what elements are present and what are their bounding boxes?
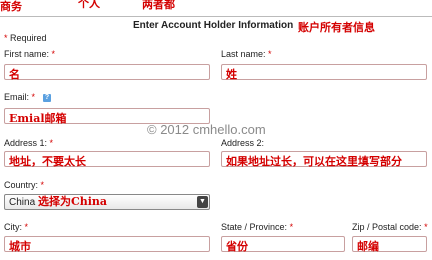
city-value: 城市 (9, 240, 31, 253)
watermark: © 2012 cmhello.com (147, 122, 266, 137)
city-field[interactable]: 城市 (4, 236, 210, 253)
required-note: * Required (4, 33, 47, 43)
state-label: State / Province: * (221, 222, 294, 232)
zip-field[interactable]: 邮编 (352, 236, 427, 253)
last-name-field[interactable]: 姓 (221, 64, 427, 81)
address2-field[interactable]: 如果地址过长，可以在这里填写部分 (221, 151, 427, 168)
zip-label: Zip / Postal code: * (352, 222, 428, 232)
first-name-value: 名 (9, 68, 20, 81)
address1-label: Address 1: * (4, 138, 54, 148)
annotation-both: 两者都 (142, 0, 175, 11)
first-name-label: First name: * (4, 49, 56, 59)
section-title: Enter Account Holder Information (133, 20, 294, 31)
country-label: Country: * (4, 180, 45, 190)
help-icon[interactable]: ? (43, 94, 51, 102)
top-divider (0, 16, 432, 17)
address1-value: 地址，不要太长 (9, 155, 86, 168)
zip-value: 邮编 (357, 240, 379, 253)
email-value: Emial邮箱 (9, 112, 67, 125)
country-value: China (9, 197, 36, 208)
annotation-business: 商务 (0, 0, 22, 13)
annotation-personal: 个人 (78, 0, 100, 10)
first-name-field[interactable]: 名 (4, 64, 210, 81)
section-title-annotation: 账户所有者信息 (298, 21, 375, 34)
address2-label: Address 2: (221, 138, 265, 148)
address1-field[interactable]: 地址，不要太长 (4, 151, 210, 168)
email-label: Email: * (4, 92, 36, 102)
state-value: 省份 (226, 240, 248, 253)
state-field[interactable]: 省份 (221, 236, 345, 253)
last-name-value: 姓 (226, 68, 237, 81)
country-annotation: 选择为China (38, 195, 108, 208)
chevron-down-icon[interactable]: ▼ (197, 196, 208, 208)
address2-value: 如果地址过长，可以在这里填写部分 (226, 155, 402, 168)
city-label: City: * (4, 222, 29, 232)
required-star: * (4, 33, 8, 43)
last-name-label: Last name: * (221, 49, 272, 59)
